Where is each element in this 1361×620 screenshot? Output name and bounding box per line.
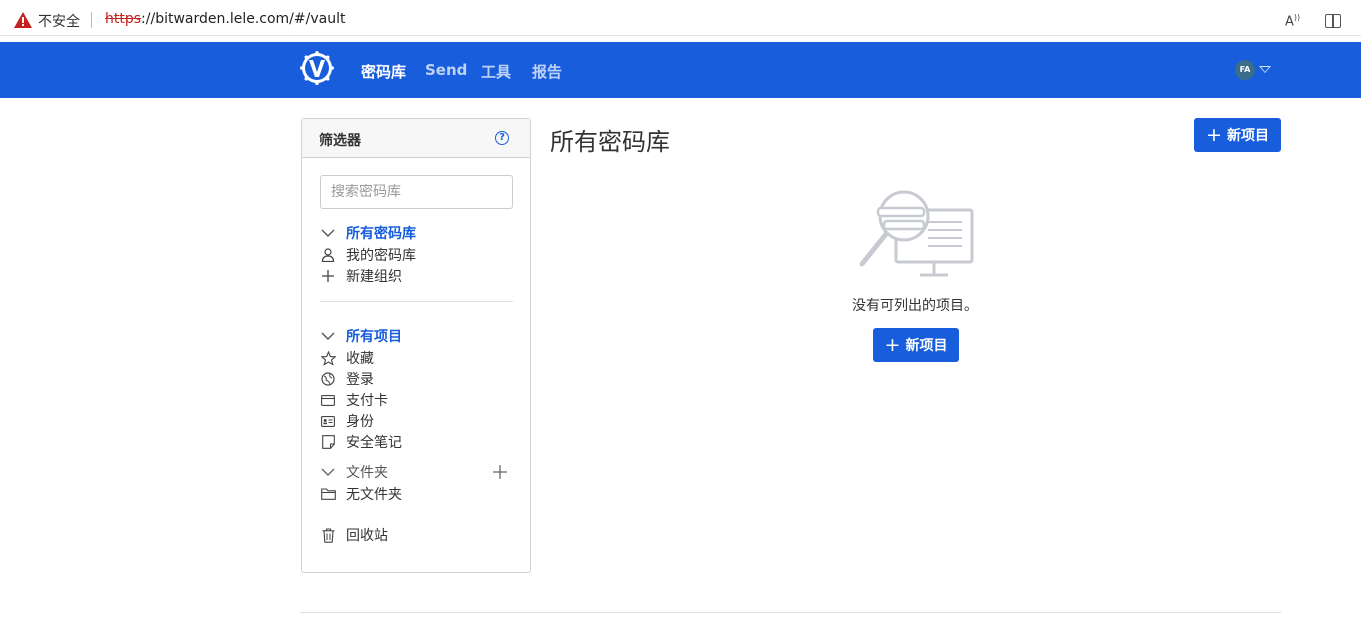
plus-icon <box>320 268 336 284</box>
split-screen-icon[interactable] <box>1325 14 1341 28</box>
folder-icon <box>320 486 336 502</box>
security-status[interactable]: 不安全 <box>38 11 80 31</box>
url-scheme: https <box>105 11 142 27</box>
sidebar-item-card[interactable]: 支付卡 <box>320 390 388 410</box>
folders-label: 文件夹 <box>346 465 388 481</box>
plus-icon: + <box>884 334 901 356</box>
filter-header: 筛选器 ? <box>302 119 530 158</box>
add-folder-icon[interactable] <box>492 464 508 480</box>
all-items-label: 所有项目 <box>346 329 402 345</box>
url-rest: ://bitwarden.lele.com/#/vault <box>141 11 346 27</box>
all-vaults-label: 所有密码库 <box>346 226 416 242</box>
bitwarden-logo-icon[interactable] <box>300 51 334 85</box>
top-navbar: 密码库 Send 工具 报告 FA <box>0 42 1361 98</box>
sidebar-item-label: 身份 <box>346 414 374 430</box>
help-icon[interactable]: ? <box>495 131 509 145</box>
all-vaults-toggle[interactable]: 所有密码库 <box>320 223 416 243</box>
sidebar-item-label: 收藏 <box>346 351 374 367</box>
chevron-down-icon <box>320 225 336 241</box>
star-icon <box>320 350 336 366</box>
empty-new-item-button[interactable]: + 新项目 <box>873 328 959 362</box>
sidebar-item-no-folder[interactable]: 无文件夹 <box>320 484 402 504</box>
sidebar-item-new-org[interactable]: 新建组织 <box>320 266 402 286</box>
filter-panel: 筛选器 ? 所有密码库 我的密码库 新建组织 所有项目 收藏 <box>301 118 531 573</box>
new-item-label: 新项目 <box>1226 128 1269 144</box>
sidebar-item-label: 我的密码库 <box>346 248 416 264</box>
new-item-label: 新项目 <box>905 338 948 354</box>
sidebar-item-favorites[interactable]: 收藏 <box>320 348 374 368</box>
sidebar-item-label: 支付卡 <box>346 393 388 409</box>
footer-divider <box>300 612 1281 613</box>
sidebar-item-login[interactable]: 登录 <box>320 369 374 389</box>
sidebar-item-trash[interactable]: 回收站 <box>320 525 388 545</box>
note-icon <box>320 434 336 450</box>
trash-icon <box>320 527 336 543</box>
filter-title: 筛选器 <box>319 133 361 149</box>
user-icon <box>320 247 336 263</box>
avatar[interactable]: FA <box>1235 60 1255 80</box>
plus-icon: + <box>1206 124 1222 146</box>
address-separator <box>91 12 92 28</box>
sidebar-item-identity[interactable]: 身份 <box>320 411 374 431</box>
warning-icon[interactable] <box>14 12 32 28</box>
url-field[interactable]: https://bitwarden.lele.com/#/vault <box>105 11 345 27</box>
nav-tools[interactable]: 工具 <box>481 61 511 82</box>
read-aloud-icon[interactable]: A)) <box>1285 13 1303 29</box>
globe-icon <box>320 371 336 387</box>
credit-card-icon <box>320 392 336 408</box>
sidebar-item-label: 登录 <box>346 372 374 388</box>
sidebar-item-label: 安全笔记 <box>346 435 402 451</box>
folders-toggle[interactable]: 文件夹 <box>320 462 388 482</box>
nav-vault[interactable]: 密码库 <box>361 61 406 82</box>
page-title: 所有密码库 <box>550 128 670 156</box>
new-item-button[interactable]: + 新项目 <box>1194 118 1281 152</box>
sidebar-item-label: 新建组织 <box>346 269 402 285</box>
sidebar-item-secure-note[interactable]: 安全笔记 <box>320 432 402 452</box>
chevron-down-icon <box>320 328 336 344</box>
sidebar-item-my-vault[interactable]: 我的密码库 <box>320 245 416 265</box>
all-items-toggle[interactable]: 所有项目 <box>320 326 402 346</box>
chevron-down-icon[interactable] <box>1259 66 1271 73</box>
nav-send[interactable]: Send <box>425 61 467 79</box>
sidebar-item-label: 回收站 <box>346 528 388 544</box>
browser-address-bar: 不安全 https://bitwarden.lele.com/#/vault A… <box>0 0 1361 42</box>
nav-reports[interactable]: 报告 <box>532 61 562 82</box>
id-card-icon <box>320 413 336 429</box>
empty-state-text: 没有可列出的项目。 <box>852 298 978 314</box>
chevron-down-icon <box>320 464 336 480</box>
search-input[interactable] <box>320 175 513 209</box>
no-items-illustration-icon <box>859 190 974 277</box>
sidebar-item-label: 无文件夹 <box>346 487 402 503</box>
